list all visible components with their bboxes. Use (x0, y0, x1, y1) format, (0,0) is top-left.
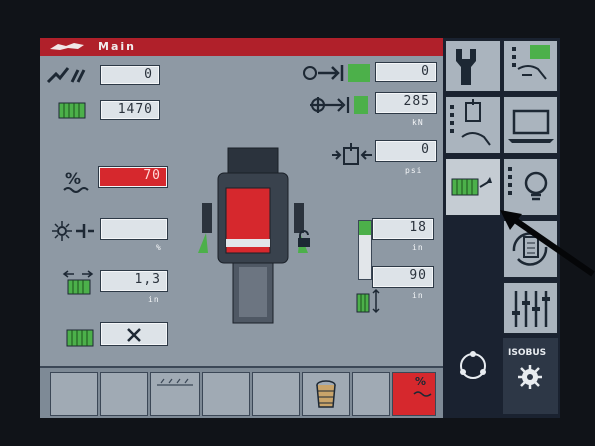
dimmed-field[interactable] (100, 218, 168, 240)
softkey-percent[interactable]: % (392, 372, 436, 416)
hay-bale-small-icon (66, 329, 94, 347)
height1-unit: in (412, 243, 424, 252)
softkey-4[interactable] (202, 372, 250, 416)
target-force-icon (310, 96, 368, 114)
pressure-icon (332, 143, 372, 165)
softkey-2[interactable] (100, 372, 148, 416)
slider-button[interactable] (503, 282, 558, 334)
cross-field[interactable] (100, 322, 168, 346)
height1-field[interactable]: 18 (372, 218, 434, 240)
height-gauge (358, 220, 372, 280)
settings-wrench-button[interactable] (445, 40, 501, 92)
row2-field[interactable]: 1470 (100, 100, 160, 120)
width-unit: in (148, 295, 160, 304)
lock-icon (298, 230, 310, 247)
hay-bale-icon (58, 102, 86, 119)
isobus-button[interactable]: ISOBUS (503, 338, 558, 414)
force-unit: kN (412, 118, 424, 127)
hitch-icon (303, 64, 370, 82)
device-arrow-icon (451, 177, 492, 196)
share-network-icon (460, 351, 486, 379)
row1-field[interactable]: 0 (100, 65, 160, 85)
pto-icon (52, 221, 94, 241)
ground-line-icon (157, 378, 193, 386)
percent-field[interactable]: 70 (98, 166, 168, 188)
close-icon (127, 328, 141, 342)
isobus-gear-icon (518, 365, 542, 389)
hitch-field[interactable]: 0 (375, 62, 437, 82)
softkey-1[interactable] (50, 372, 98, 416)
pressure-unit: psi (405, 166, 423, 175)
bucket-hand-button[interactable] (445, 96, 501, 154)
laptop-button[interactable] (503, 96, 558, 154)
pointer-arrow-icon (500, 210, 595, 277)
percent-symbol: % (415, 375, 427, 388)
bulb-icon (508, 167, 548, 201)
height2-field[interactable]: 90 (372, 266, 434, 288)
dimmed-field-unit: % (156, 243, 162, 252)
slider-icon (512, 291, 550, 327)
laptop-icon (508, 109, 554, 143)
bale-height-icon (356, 288, 380, 314)
width-field[interactable]: 1,3 (100, 270, 168, 292)
height2-unit: in (412, 291, 424, 300)
softkey-5[interactable] (252, 372, 300, 416)
softkey-6[interactable] (302, 372, 350, 416)
lift-arm-icon (46, 67, 86, 84)
percent-fill-icon: % (63, 169, 89, 193)
wave-icon (413, 391, 432, 397)
share-network-button[interactable] (445, 342, 501, 414)
hand-settings-icon (512, 45, 550, 80)
hand-settings-button[interactable] (503, 40, 558, 92)
svg-text:%: % (65, 169, 81, 188)
bottom-softkey-bar: % (40, 366, 443, 418)
page-title: Main (98, 40, 136, 53)
pressure-field[interactable]: 0 (375, 140, 437, 162)
basket-icon (316, 380, 336, 408)
baler-machine-icon (198, 147, 308, 324)
force-field[interactable]: 285 (375, 92, 437, 114)
wrench-icon (456, 49, 476, 85)
title-bar: Main (40, 38, 443, 56)
device-arrow-button[interactable] (445, 158, 501, 216)
terminal-screen: Main 0 1470 % 70 % 1,3 in 0 285 kN 0 psi… (40, 38, 560, 418)
softkey-3[interactable] (150, 372, 200, 416)
bale-width-icon (62, 270, 94, 295)
brand-logo-icon (50, 43, 84, 50)
isobus-label: ISOBUS (508, 348, 547, 358)
softkey-7[interactable] (352, 372, 390, 416)
bucket-hand-icon (450, 99, 491, 146)
